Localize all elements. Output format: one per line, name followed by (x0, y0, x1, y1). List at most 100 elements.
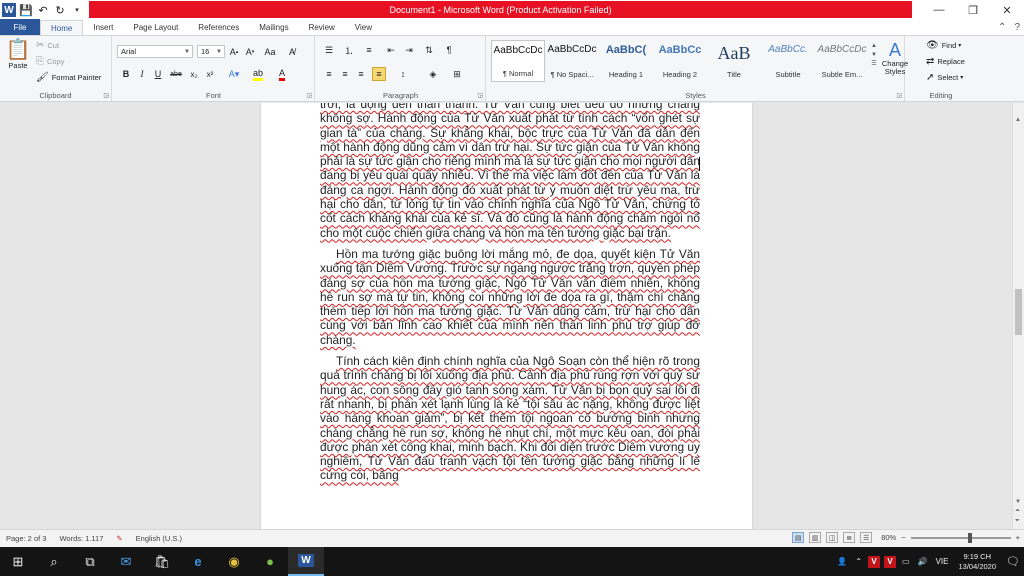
justify-icon[interactable]: ≡ (372, 67, 386, 81)
line-spacing-icon[interactable]: ↕ (396, 67, 410, 81)
change-case-icon[interactable]: Aa (263, 45, 277, 59)
numbering-icon[interactable]: ⒈ (342, 43, 356, 57)
mail-icon[interactable]: ✉ (108, 547, 144, 576)
proofing-icon[interactable]: ✎ (110, 534, 129, 543)
minimize-button[interactable]: — (922, 0, 956, 20)
align-center-icon[interactable]: ≡ (338, 67, 352, 81)
bullets-icon[interactable]: ☰ (322, 43, 336, 57)
page-count[interactable]: Page: 2 of 3 (0, 534, 53, 543)
outline-icon[interactable]: ≣ (843, 532, 856, 543)
tab-view[interactable]: View (345, 20, 382, 35)
align-left-icon[interactable]: ≡ (322, 67, 336, 81)
replace-button[interactable]: ⇄ Replace (926, 56, 965, 67)
redo-icon[interactable]: ↻ (53, 3, 67, 17)
font-color-icon[interactable]: A (275, 67, 289, 81)
web-layout-icon[interactable]: ◫ (826, 532, 839, 543)
document-text[interactable]: trời, là động đến thần thánh. Tử Văn cũn… (320, 103, 700, 490)
next-page-icon[interactable]: ⏷ (1015, 518, 1020, 525)
style-normal[interactable]: AaBbCcDc ¶ Normal (491, 40, 545, 82)
style-subtle-emphasis[interactable]: AaBbCcDc Subtle Em... (815, 40, 869, 82)
style-title[interactable]: AaB Title (707, 40, 761, 82)
underline-button[interactable]: U (151, 67, 165, 81)
notification-icon[interactable]: 🗨 (1002, 555, 1024, 568)
multilevel-list-icon[interactable]: ≡ (362, 43, 376, 57)
edge-icon[interactable]: e (180, 547, 216, 576)
people-icon[interactable]: 👤 (833, 557, 851, 566)
tab-home[interactable]: Home (40, 20, 84, 35)
zoom-in-button[interactable]: + (1016, 533, 1020, 542)
bold-button[interactable]: B (119, 67, 133, 81)
undo-icon[interactable]: ↶ (36, 3, 50, 17)
clipboard-launcher-icon[interactable]: ◲ (103, 92, 109, 99)
styles-launcher-icon[interactable]: ◲ (896, 92, 902, 99)
style-heading-2[interactable]: AaBbCc Heading 2 (653, 40, 707, 82)
ime-indicator[interactable]: VIE (932, 557, 953, 566)
clock[interactable]: 9:19 CH 13/04/2020 (952, 552, 1002, 572)
save-icon[interactable]: 💾 (19, 3, 33, 17)
volume-icon[interactable]: 🔊 (914, 557, 932, 566)
language[interactable]: English (U.S.) (130, 534, 189, 543)
search-icon[interactable]: ⌕ (36, 547, 72, 576)
store-icon[interactable]: 🛍 (144, 547, 180, 576)
unikey-icon[interactable]: V (868, 555, 881, 568)
cut-button[interactable]: ✂ Cut (36, 40, 59, 51)
more-styles-icon[interactable]: ☰ (871, 60, 876, 69)
align-right-icon[interactable]: ≡ (354, 67, 368, 81)
scroll-up-arrow-icon[interactable]: ▲ (1015, 117, 1021, 123)
chevron-up-icon[interactable]: ⌃ (851, 557, 866, 566)
font-size-combo[interactable]: 16 ▼ (197, 45, 225, 58)
style-heading-1[interactable]: AaBbC( Heading 1 (599, 40, 653, 82)
previous-page-icon[interactable]: ⏶ (1015, 508, 1020, 515)
scrollbar-thumb[interactable] (1015, 289, 1022, 335)
draft-icon[interactable]: ☰ (860, 532, 873, 543)
network-icon[interactable]: ▭ (898, 557, 914, 566)
close-button[interactable]: ✕ (990, 0, 1024, 20)
grow-font-icon[interactable]: A ▴ (227, 45, 241, 59)
print-layout-icon[interactable]: ▤ (792, 532, 805, 543)
sort-icon[interactable]: ⇅ (422, 43, 436, 57)
tab-insert[interactable]: Insert (83, 20, 123, 35)
zoom-slider-knob[interactable] (967, 532, 972, 543)
copy-button[interactable]: ⎘ Copy (36, 56, 65, 67)
task-view-icon[interactable]: ⧉ (72, 547, 108, 576)
italic-button[interactable]: I (135, 67, 149, 81)
zoom-level[interactable]: 80% (881, 533, 896, 542)
word-icon[interactable]: W (288, 547, 324, 576)
word-count[interactable]: Words: 1.117 (53, 534, 110, 543)
scroll-down-arrow-icon[interactable]: ▼ (1015, 499, 1021, 505)
tab-page-layout[interactable]: Page Layout (123, 20, 188, 35)
find-button[interactable]: 👁 Find ▾ (926, 40, 961, 51)
full-screen-reading-icon[interactable]: ▥ (809, 532, 822, 543)
unikey-icon[interactable]: V (884, 555, 897, 568)
windows-icon[interactable]: ⊞ (0, 547, 36, 576)
collapse-ribbon-icon[interactable]: ⌃ (998, 22, 1006, 33)
app-icon[interactable]: ● (252, 547, 288, 576)
increase-indent-icon[interactable]: ⇥ (402, 43, 416, 57)
chrome-icon[interactable]: ◉ (216, 547, 252, 576)
paragraph-launcher-icon[interactable]: ◲ (477, 92, 483, 99)
font-name-combo[interactable]: Arial ▼ (117, 45, 193, 58)
styles-scroll[interactable]: ▲ ▼ ☰ (871, 42, 877, 69)
select-button[interactable]: ➚ Select ▾ (926, 72, 963, 83)
shading-icon[interactable]: ◈ (426, 67, 440, 81)
format-painter-button[interactable]: 🖌 Format Painter (36, 72, 101, 83)
tab-mailings[interactable]: Mailings (249, 20, 298, 35)
help-icon[interactable]: ? (1014, 22, 1020, 33)
paste-button[interactable]: 📋 Paste (4, 39, 32, 70)
restore-button[interactable]: ❐ (956, 0, 990, 20)
style-subtitle[interactable]: AaBbCc. Subtitle (761, 40, 815, 82)
scroll-down-icon[interactable]: ▼ (871, 51, 877, 60)
change-styles-button[interactable]: A Change Styles (882, 40, 908, 76)
decrease-indent-icon[interactable]: ⇤ (384, 43, 398, 57)
font-launcher-icon[interactable]: ◲ (306, 92, 312, 99)
style-no-spacing[interactable]: AaBbCcDc ¶ No Spaci... (545, 40, 599, 82)
shrink-font-icon[interactable]: A ▾ (243, 45, 257, 59)
scroll-up-icon[interactable]: ▲ (871, 42, 877, 51)
zoom-out-button[interactable]: − (901, 533, 905, 542)
text-effects-icon[interactable]: A▾ (227, 67, 241, 81)
borders-icon[interactable]: ⊞ (450, 67, 464, 81)
strikethrough-button[interactable]: abe (169, 67, 183, 81)
clear-formatting-icon[interactable]: A̸ (285, 45, 299, 59)
highlight-icon[interactable]: ab (251, 67, 265, 81)
show-formatting-icon[interactable]: ¶ (442, 43, 456, 57)
